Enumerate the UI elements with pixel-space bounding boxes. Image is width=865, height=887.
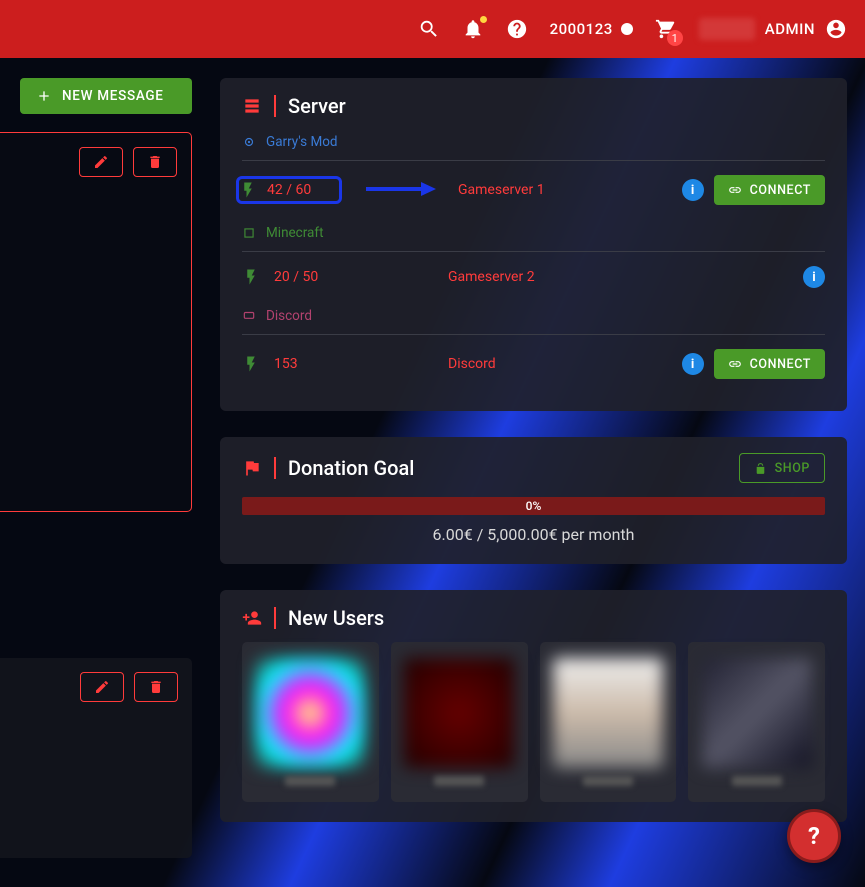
- panel-title: Donation Goal: [288, 456, 414, 480]
- category-gmod[interactable]: Garry's Mod: [242, 126, 825, 158]
- points-display[interactable]: 2000123: [550, 20, 633, 38]
- server-row-2: 20 / 50 Gameserver 2 i: [242, 254, 825, 300]
- user-card[interactable]: [688, 642, 825, 802]
- server-row-3: 153 Discord i CONNECT: [242, 337, 825, 391]
- panel-title: New Users: [288, 606, 384, 630]
- bolt-icon: [242, 355, 260, 373]
- user-plus-icon: [242, 608, 262, 628]
- category-discord[interactable]: Discord: [242, 300, 825, 332]
- info-button[interactable]: i: [682, 179, 704, 201]
- user-card[interactable]: [540, 642, 677, 802]
- cart-icon[interactable]: 1: [655, 18, 677, 40]
- server-panel: Server Garry's Mod 42 / 60 Gameserver 1 …: [220, 78, 847, 411]
- user-card[interactable]: [242, 642, 379, 802]
- bolt-icon: [242, 268, 260, 286]
- server-row-1: 42 / 60 Gameserver 1 i CONNECT: [242, 163, 825, 217]
- panel-title: Server: [288, 94, 346, 118]
- flag-icon: [242, 458, 262, 478]
- info-button[interactable]: i: [682, 353, 704, 375]
- arrow-icon: [366, 181, 436, 200]
- shop-button[interactable]: SHOP: [739, 453, 825, 483]
- help-fab[interactable]: ?: [787, 809, 841, 863]
- info-button[interactable]: i: [803, 266, 825, 288]
- user-menu[interactable]: ADMIN: [699, 18, 847, 40]
- new-message-button[interactable]: NEW MESSAGE: [20, 78, 192, 114]
- user-card[interactable]: [391, 642, 528, 802]
- goal-text: 6.00€ / 5,000.00€ per month: [242, 525, 825, 544]
- donation-panel: Donation Goal SHOP 0% 6.00€ / 5,000.00€ …: [220, 437, 847, 564]
- side-card-1: [0, 132, 192, 512]
- search-icon[interactable]: [418, 18, 440, 40]
- server-icon: [242, 96, 262, 116]
- progress-bar: 0%: [242, 497, 825, 515]
- highlight-box: 42 / 60: [236, 176, 342, 204]
- bell-icon[interactable]: [462, 18, 484, 40]
- delete-button[interactable]: [134, 672, 178, 702]
- help-icon[interactable]: [506, 18, 528, 40]
- connect-button[interactable]: CONNECT: [714, 175, 825, 205]
- new-users-panel: New Users: [220, 590, 847, 822]
- category-minecraft[interactable]: Minecraft: [242, 217, 825, 249]
- side-card-2: [0, 658, 192, 858]
- coin-icon: [621, 23, 633, 35]
- bolt-icon: [239, 181, 257, 199]
- connect-button[interactable]: CONNECT: [714, 349, 825, 379]
- edit-button[interactable]: [79, 147, 123, 177]
- cart-badge: 1: [667, 30, 683, 46]
- edit-button[interactable]: [80, 672, 124, 702]
- delete-button[interactable]: [133, 147, 177, 177]
